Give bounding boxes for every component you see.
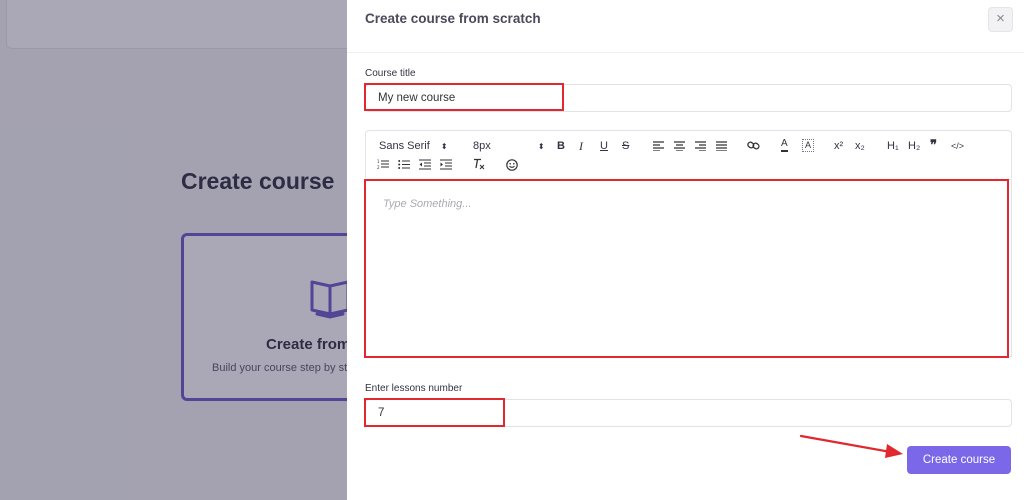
svg-text:2: 2 — [377, 165, 380, 170]
blockquote-button[interactable]: ❞ — [930, 138, 937, 152]
align-justify-icon[interactable] — [716, 141, 727, 155]
code-button[interactable]: </> — [951, 139, 964, 153]
clear-format-icon[interactable] — [473, 158, 485, 174]
link-icon[interactable] — [747, 140, 760, 155]
select-arrows-icon: ⬍ — [537, 142, 545, 151]
strike-button[interactable]: S — [622, 139, 629, 153]
emoji-icon[interactable] — [506, 159, 518, 175]
align-right-icon[interactable] — [695, 141, 706, 155]
indent-icon[interactable] — [440, 159, 452, 174]
create-course-drawer: Create course from scratch × Course titl… — [347, 0, 1024, 500]
underline-button[interactable]: U — [600, 139, 608, 153]
heading1-button[interactable]: H₁ — [887, 139, 899, 153]
editor-placeholder: Type Something... — [383, 198, 472, 210]
italic-button[interactable]: I — [579, 139, 583, 153]
drawer-title: Create course from scratch — [365, 11, 541, 26]
subscript-button[interactable]: x₂ — [855, 139, 865, 153]
close-icon: × — [996, 10, 1005, 27]
font-size-select[interactable]: 8px ⬍ — [473, 139, 545, 154]
background-color-icon[interactable]: A — [802, 139, 815, 152]
create-course-button[interactable]: Create course — [907, 446, 1011, 474]
font-family-value: Sans Serif — [379, 140, 430, 152]
lessons-number-label: Enter lessons number — [365, 383, 463, 394]
editor-content-area[interactable]: Type Something... — [365, 179, 1012, 357]
editor-toolbar: Sans Serif ⬍ 8px ⬍ B I U S A A x² x₂ H₁ … — [365, 130, 1012, 178]
ordered-list-icon[interactable]: 12 — [377, 159, 389, 174]
annotation-arrow-icon — [799, 434, 903, 458]
svg-text:1: 1 — [377, 159, 380, 164]
header-divider — [347, 52, 1024, 53]
superscript-button[interactable]: x² — [834, 139, 843, 153]
outdent-icon[interactable] — [419, 159, 431, 174]
course-title-label: Course title — [365, 68, 416, 79]
close-button[interactable]: × — [988, 7, 1013, 32]
lessons-number-input[interactable] — [365, 399, 1012, 427]
align-center-icon[interactable] — [674, 141, 685, 155]
bold-button[interactable]: B — [557, 139, 565, 153]
course-title-input[interactable] — [365, 84, 1012, 112]
heading2-button[interactable]: H₂ — [908, 139, 920, 153]
align-left-icon[interactable] — [653, 141, 664, 155]
font-size-value: 8px — [473, 140, 491, 152]
font-family-select[interactable]: Sans Serif ⬍ — [379, 139, 448, 154]
select-arrows-icon: ⬍ — [440, 142, 448, 151]
text-color-icon[interactable]: A — [781, 138, 788, 152]
bullet-list-icon[interactable] — [398, 159, 410, 174]
